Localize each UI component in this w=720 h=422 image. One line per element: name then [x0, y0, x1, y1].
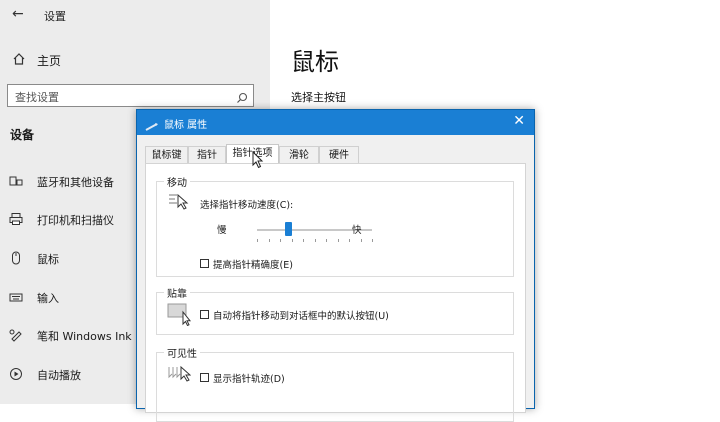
- page-title: 鼠标: [291, 48, 339, 76]
- mouse-pointer-icon: [145, 117, 159, 136]
- slider-tick: [360, 239, 362, 242]
- home-icon: [12, 51, 26, 70]
- mouse-properties-dialog: 鼠标 属性 ✕ 鼠标键 指针 指针选项 滑轮 硬件 移动 选择指针移动速度(C)…: [136, 109, 535, 422]
- trails-checkbox[interactable]: [200, 373, 209, 382]
- pointer-trails-icon: [167, 365, 192, 389]
- slider-tick: [349, 239, 350, 242]
- speed-slider-thumb[interactable]: [285, 222, 293, 236]
- visibility-group: 可见性 显示指针轨迹(D): [156, 345, 514, 422]
- slider-tick: [314, 239, 316, 242]
- tab-wheel[interactable]: 滑轮: [279, 146, 319, 163]
- snap-group: 贴靠 自动将指针移动到对话框中的默认按钮(U): [156, 285, 514, 335]
- snap-checkbox[interactable]: [200, 310, 209, 319]
- home-link[interactable]: 主页: [0, 46, 270, 72]
- keyboard-icon: [9, 289, 23, 303]
- speed-label: 选择指针移动速度(C):: [200, 200, 294, 211]
- pointer-speed-icon: [167, 192, 189, 214]
- slider-tick: [303, 239, 304, 242]
- sidebar-item-label: 蓝牙和其他设备: [37, 176, 114, 189]
- search-placeholder: 查找设置: [15, 91, 59, 104]
- back-arrow-icon[interactable]: ←: [12, 6, 24, 22]
- slider-tick: [268, 239, 270, 242]
- tab-buttons[interactable]: 鼠标键: [145, 146, 188, 163]
- pen-icon: [9, 327, 23, 342]
- sidebar-item-label: 自动播放: [37, 369, 81, 382]
- tab-pointers[interactable]: 指针: [188, 146, 226, 163]
- slider-tick: [257, 239, 258, 242]
- title-bar: ← 设置: [0, 0, 270, 30]
- home-label: 主页: [37, 54, 62, 68]
- slider-tick: [372, 239, 373, 242]
- group-title: 贴靠: [164, 285, 190, 300]
- dialog-tabs: 鼠标键 指针 指针选项 滑轮 硬件: [145, 144, 525, 164]
- pointer-options-panel: 移动 选择指针移动速度(C): 慢 快 提高指针精确度(E) 贴靠 自动将指针移…: [145, 163, 526, 422]
- dialog-title: 鼠标 属性: [164, 120, 208, 131]
- mouse-icon: [9, 250, 23, 265]
- slider-tick: [291, 239, 293, 242]
- sidebar-item-label: 输入: [37, 292, 59, 305]
- search-icon: [236, 89, 248, 108]
- autoplay-icon: [9, 366, 23, 380]
- sidebar-item-label: 打印机和扫描仪: [37, 214, 114, 227]
- app-title: 设置: [44, 10, 66, 23]
- slider-tick: [337, 239, 339, 242]
- bluetooth-devices-icon: [9, 173, 23, 187]
- fast-label: 快: [352, 225, 362, 236]
- slow-label: 慢: [217, 225, 227, 236]
- printer-icon: [9, 211, 23, 225]
- close-icon[interactable]: ✕: [513, 113, 525, 129]
- sidebar-item-label: 鼠标: [37, 253, 59, 266]
- precision-label: 提高指针精确度(E): [213, 260, 293, 271]
- primary-button-label: 选择主按钮: [291, 91, 346, 104]
- group-title: 移动: [164, 174, 190, 189]
- snap-to-icon: [167, 302, 193, 330]
- section-heading: 设备: [10, 128, 35, 142]
- group-title: 可见性: [164, 345, 200, 360]
- snap-label: 自动将指针移动到对话框中的默认按钮(U): [213, 311, 389, 322]
- trails-label: 显示指针轨迹(D): [213, 374, 285, 385]
- sidebar-item-label: 笔和 Windows Ink: [37, 330, 132, 343]
- mouse-cursor-icon: [252, 150, 264, 173]
- precision-checkbox[interactable]: [200, 259, 209, 268]
- tab-hardware[interactable]: 硬件: [319, 146, 359, 163]
- slider-tick: [326, 239, 327, 242]
- search-input[interactable]: 查找设置: [7, 84, 254, 107]
- motion-group: 移动 选择指针移动速度(C): 慢 快 提高指针精确度(E): [156, 174, 514, 277]
- dialog-titlebar[interactable]: 鼠标 属性 ✕: [137, 110, 534, 135]
- slider-tick: [280, 239, 281, 242]
